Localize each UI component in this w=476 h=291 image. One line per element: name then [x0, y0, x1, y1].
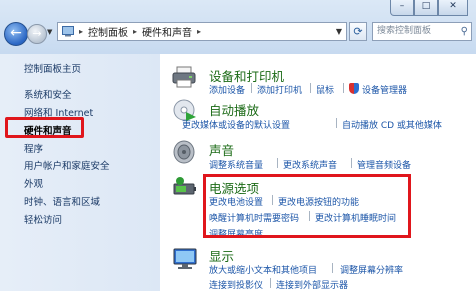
sidebar-item-user-accounts[interactable]: 用户帐户和家庭安全 — [24, 158, 110, 172]
sidebar-item-clock-language-region[interactable]: 时钟、语言和区域 — [24, 194, 100, 208]
link-resize-text[interactable]: 放大或缩小文本和其他项目 — [209, 263, 317, 276]
category-title-autoplay[interactable]: 自动播放 — [209, 100, 259, 119]
minimize-button[interactable]: – — [390, 0, 414, 16]
link-adjust-volume[interactable]: 调整系统音量 — [209, 158, 263, 171]
link-separator — [270, 278, 271, 288]
forward-arrow-icon[interactable]: → — [27, 24, 47, 44]
printer-icon — [172, 66, 196, 88]
link-adjust-resolution[interactable]: 调整屏幕分辨率 — [340, 263, 403, 276]
sidebar-item-appearance[interactable]: 外观 — [24, 176, 43, 190]
link-separator — [310, 83, 311, 93]
power-options-highlight-box — [203, 174, 411, 238]
control-panel-icon — [62, 26, 74, 37]
breadcrumb-separator: ▸ — [133, 27, 138, 36]
search-icon[interactable]: ⚲ — [461, 23, 468, 40]
link-add-device[interactable]: 添加设备 — [209, 83, 245, 96]
category-title-sound[interactable]: 声音 — [209, 140, 234, 159]
link-mouse[interactable]: 鼠标 — [316, 83, 334, 96]
power-options-icon — [173, 177, 196, 195]
speaker-icon — [173, 140, 195, 164]
back-arrow-icon[interactable]: ← — [4, 22, 28, 46]
sidebar-item-control-panel-home[interactable]: 控制面板主页 — [24, 61, 81, 75]
address-dropdown-icon[interactable]: ▼ — [336, 27, 342, 36]
breadcrumb-item-control-panel[interactable]: 控制面板 — [88, 24, 128, 39]
link-separator — [277, 158, 278, 168]
display-monitor-icon — [173, 248, 197, 269]
main-content: 设备和打印机 添加设备 添加打印机 鼠标 设备管理器 自动播放 更改媒体或设备的… — [160, 54, 476, 291]
link-manage-audio-devices[interactable]: 管理音频设备 — [357, 158, 411, 171]
link-autoplay-cd[interactable]: 自动播放 CD 或其他媒体 — [342, 118, 442, 131]
search-placeholder: 搜索控制面板 — [377, 26, 432, 36]
link-connect-projector[interactable]: 连接到投影仪 — [209, 278, 263, 291]
breadcrumb-separator: ▸ — [79, 27, 84, 36]
link-media-device-defaults[interactable]: 更改媒体或设备的默认设置 — [182, 118, 290, 131]
refresh-button[interactable]: ⟳ — [349, 22, 367, 41]
address-bar[interactable]: ▸ 控制面板 ▸ 硬件和声音 ▸ ▼ — [57, 22, 347, 41]
sidebar-highlight-box — [5, 117, 84, 138]
link-separator — [336, 118, 337, 128]
link-device-manager[interactable]: 设备管理器 — [362, 83, 407, 96]
sidebar-item-ease-of-access[interactable]: 轻松访问 — [24, 212, 62, 226]
link-separator — [343, 83, 344, 93]
history-dropdown-icon[interactable]: ▼ — [47, 28, 52, 36]
search-input[interactable]: 搜索控制面板 ⚲ — [372, 22, 472, 41]
uac-shield-icon — [349, 83, 359, 94]
link-separator — [332, 263, 333, 273]
sidebar-item-programs[interactable]: 程序 — [24, 141, 43, 155]
close-button[interactable]: ✕ — [438, 0, 468, 16]
sidebar-item-system-security[interactable]: 系统和安全 — [24, 87, 72, 101]
link-separator — [251, 83, 252, 93]
breadcrumb-item-hardware-sound[interactable]: 硬件和声音 — [142, 24, 192, 39]
window-top-bar: – □ ✕ ← → ▼ ▸ 控制面板 ▸ 硬件和声音 ▸ ▼ ⟳ 搜索控制面板 … — [0, 0, 476, 54]
link-separator — [351, 158, 352, 168]
link-connect-external-display[interactable]: 连接到外部显示器 — [276, 278, 348, 291]
sidebar: 控制面板主页 系统和安全 网络和 Internet 硬件和声音 程序 用户帐户和… — [0, 54, 160, 291]
link-add-printer[interactable]: 添加打印机 — [257, 83, 302, 96]
maximize-button[interactable]: □ — [414, 0, 438, 16]
link-change-system-sounds[interactable]: 更改系统声音 — [283, 158, 337, 171]
caption-buttons: – □ ✕ — [390, 0, 468, 17]
breadcrumb-separator: ▸ — [197, 27, 202, 36]
